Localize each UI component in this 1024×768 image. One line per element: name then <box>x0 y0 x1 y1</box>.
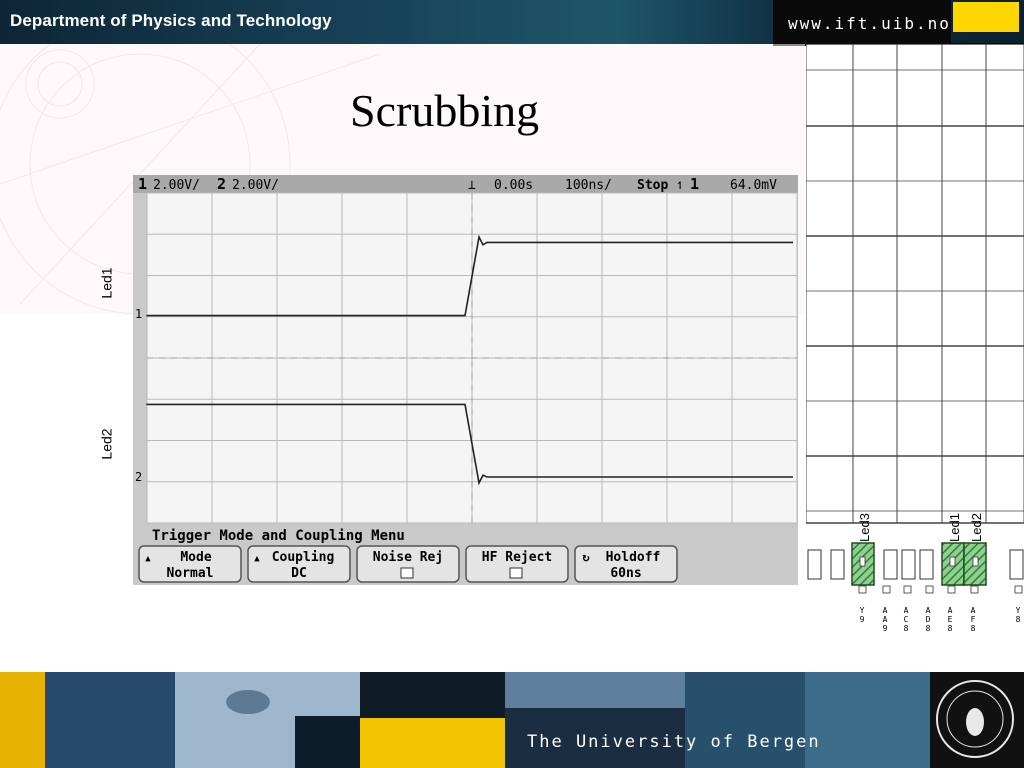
pin-label: 8 <box>948 624 953 633</box>
softkey-coupling: Coupling DC ▲ <box>247 545 351 583</box>
softkey-hf-reject: HF Reject <box>465 545 569 583</box>
softkey-holdoff-value: 60ns <box>610 566 641 581</box>
menu-title: Trigger Mode and Coupling Menu <box>152 528 405 544</box>
pin-label: F <box>971 615 976 624</box>
softkey-arrow-icon: ▲ <box>145 554 151 564</box>
pin-label: 8 <box>1016 615 1021 624</box>
pin-label: 8 <box>971 624 976 633</box>
pin-label: A <box>971 606 976 615</box>
trigger-level: 64.0mV <box>730 178 777 193</box>
ch1-number: 1 <box>138 175 147 193</box>
softkey-mode: Mode Normal ▲ <box>138 545 242 583</box>
softkey-holdoff: Holdoff 60ns ↻ <box>574 545 678 583</box>
time-offset: 0.00s <box>494 178 533 193</box>
softkey-arrow-icon: ▲ <box>254 554 260 564</box>
ch2-ground-marker: 2 <box>135 470 142 484</box>
pin-label: 9 <box>883 624 888 633</box>
footer-yellow-block <box>360 718 505 768</box>
pin-label: Y <box>1016 606 1021 615</box>
trace-label-led2: Led2 <box>98 428 115 460</box>
pin-label: D <box>926 615 931 624</box>
softkey-holdoff-label: Holdoff <box>606 550 661 565</box>
slide-title: Scrubbing <box>350 85 540 136</box>
softkey-mode-label: Mode <box>180 550 211 565</box>
footer-banner <box>0 672 1024 768</box>
trace-label-led1: Led1 <box>98 267 115 299</box>
university-name: The University of Bergen <box>527 732 821 752</box>
run-state: Stop <box>637 178 668 193</box>
softkey-coupling-label: Coupling <box>272 550 335 565</box>
ch2-number: 2 <box>217 175 226 193</box>
fpga-floorplan: Led3 Led1 Led2 Y9AA9AC8AD8AE8AF8Y8 <box>806 44 1024 674</box>
pin-label: A <box>883 606 888 615</box>
brand-accent-block <box>953 2 1019 32</box>
softkey-noise-reject: Noise Rej <box>356 545 460 583</box>
chip-label-led3: Led3 <box>857 513 872 542</box>
pin-label: Y <box>860 606 865 615</box>
softkey-hf-reject-label: HF Reject <box>482 550 552 565</box>
trigger-channel: 1 <box>690 175 699 193</box>
website-url: www.ift.uib.no <box>788 14 951 33</box>
pin-label: A <box>948 606 953 615</box>
pin-label: C <box>904 615 909 624</box>
trigger-edge-icon: ↿ <box>676 177 684 193</box>
ch1-ground-marker: 1 <box>135 307 142 321</box>
pin-label: A <box>926 606 931 615</box>
checkbox-icon <box>400 567 414 579</box>
footer-yellow-strip <box>0 672 45 768</box>
pin-label: 8 <box>904 624 909 633</box>
department-title: Department of Physics and Technology <box>10 11 332 30</box>
softkey-mode-value: Normal <box>167 566 214 581</box>
pin-label: E <box>948 615 953 624</box>
oscilloscope-capture: 1 2.00V/ 2 2.00V/ ⊥ 0.00s 100ns/ Stop ↿ … <box>133 175 798 585</box>
time-scale: 100ns/ <box>565 178 612 193</box>
softkey-coupling-value: DC <box>291 566 307 581</box>
pin-label: A <box>883 615 888 624</box>
softkey-noise-rej-label: Noise Rej <box>373 550 443 565</box>
pin-label: A <box>904 606 909 615</box>
pin-label: 9 <box>860 615 865 624</box>
ch1-scale: 2.00V/ <box>153 178 200 193</box>
chip-label-led1: Led1 <box>947 513 962 542</box>
checkbox-icon <box>509 567 523 579</box>
chip-label-led2: Led2 <box>969 513 984 542</box>
ch2-scale: 2.00V/ <box>232 178 279 193</box>
pin-label: 8 <box>926 624 931 633</box>
rotate-knob-icon: ↻ <box>582 550 589 564</box>
trigger-position-icon: ⊥ <box>468 178 476 193</box>
